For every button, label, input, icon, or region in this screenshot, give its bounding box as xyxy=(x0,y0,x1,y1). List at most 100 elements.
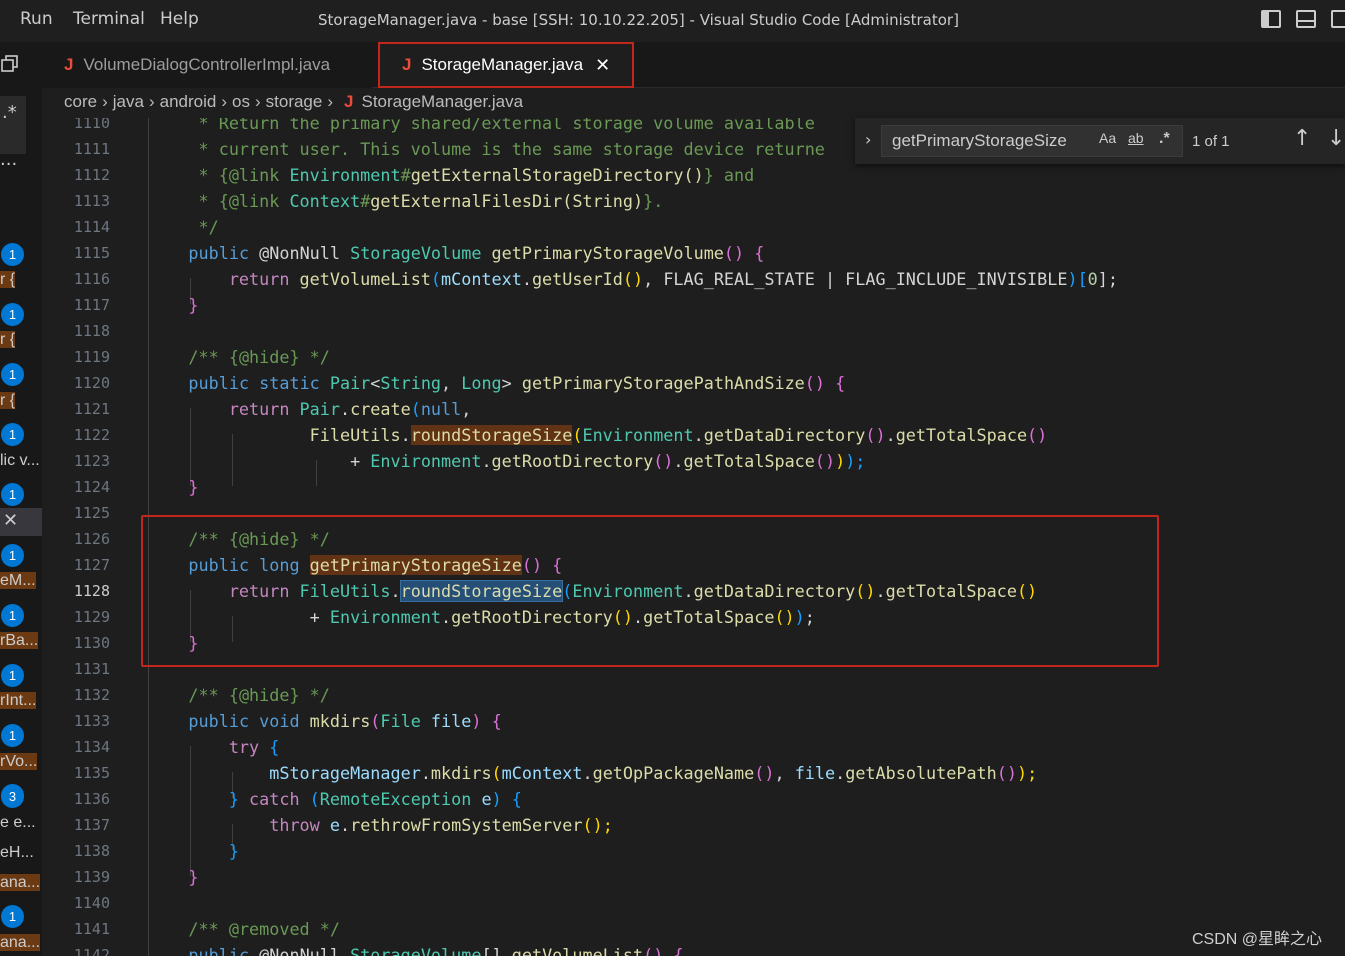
code-line: FileUtils.roundStorageSize(Environment.g… xyxy=(309,425,1048,445)
title-bar: Run Terminal Help StorageManager.java - … xyxy=(0,0,1345,42)
regex-toggle-icon[interactable]: .* xyxy=(0,96,26,154)
line-number: 1121 xyxy=(73,400,110,418)
line-number: 1114 xyxy=(73,218,110,236)
toggle-primary-sidebar-icon[interactable] xyxy=(1261,10,1281,28)
breadcrumb-item[interactable]: StorageManager.java xyxy=(361,92,523,111)
close-tab-icon[interactable]: ✕ xyxy=(595,55,610,76)
code-line: /** {@hide} */ xyxy=(188,347,330,367)
count-badge: 1 xyxy=(1,604,24,627)
close-row[interactable]: ✕ xyxy=(0,508,42,536)
line-number: 1120 xyxy=(73,374,110,392)
code-line: mStorageManager.mkdirs(mContext.getOpPac… xyxy=(269,763,1038,783)
copy-icon[interactable] xyxy=(1,55,19,73)
code-lines[interactable]: * Return the primary shared/external sto… xyxy=(148,118,1118,956)
line-number: 1117 xyxy=(73,296,110,314)
line-number: 1113 xyxy=(73,192,110,210)
code-line: } catch (RemoteException e) { xyxy=(228,789,522,809)
previous-match-icon[interactable]: ↑ xyxy=(1293,126,1311,151)
code-line: try { xyxy=(228,737,280,757)
line-number: 1130 xyxy=(73,634,110,652)
toggle-secondary-sidebar-icon[interactable] xyxy=(1331,10,1345,28)
code-line: public long getPrimaryStorageSize() { xyxy=(188,555,563,575)
code-line: } xyxy=(188,633,199,653)
line-number: 1118 xyxy=(73,322,110,340)
code-line: + Environment.getRootDirectory().getTota… xyxy=(309,607,815,627)
tab-bar: J VolumeDialogControllerImpl.java J Stor… xyxy=(42,42,1345,88)
line-number: 1119 xyxy=(73,348,110,366)
match-case-toggle[interactable]: Aa xyxy=(1099,130,1116,146)
code-line: public static Pair<String, Long> getPrim… xyxy=(188,373,846,393)
truncated-item[interactable]: ana... xyxy=(0,934,41,952)
code-line: /** {@hide} */ xyxy=(188,685,330,705)
truncated-item[interactable]: e e... xyxy=(0,814,36,832)
chevron-right-icon: › xyxy=(148,92,155,111)
match-whole-word-toggle[interactable]: ab xyxy=(1128,130,1144,146)
code-editor[interactable]: 1110 1111 1112 1113 1114 1115 1116 1117 1118 1119… xyxy=(42,118,1345,956)
count-badge: 3 xyxy=(1,785,24,808)
code-line: public @NonNull StorageVolume[] getVolum… xyxy=(188,945,684,956)
menu-run[interactable]: Run xyxy=(20,9,53,29)
code-line: return Pair.create(null, xyxy=(228,399,472,419)
line-number: 1116 xyxy=(73,270,110,288)
menu-terminal[interactable]: Terminal xyxy=(73,9,145,29)
toggle-panel-icon[interactable] xyxy=(1296,10,1316,28)
truncated-item[interactable]: eM... xyxy=(0,572,36,590)
line-number: 1142 xyxy=(73,946,110,956)
code-line: * {@link Environment#getExternalStorageD… xyxy=(148,165,755,185)
count-badge: 1 xyxy=(1,544,24,567)
line-number: 1133 xyxy=(73,712,110,730)
code-line: public @NonNull StorageVolume getPrimary… xyxy=(188,243,765,263)
breadcrumb-item[interactable]: java xyxy=(113,92,144,111)
breadcrumb-item[interactable]: core xyxy=(64,92,97,111)
line-number: 1111 xyxy=(73,140,110,158)
chevron-right-icon: › xyxy=(254,92,261,111)
code-line: return getVolumeList(mContext.getUserId(… xyxy=(228,269,1118,289)
breadcrumb-item[interactable]: android xyxy=(160,92,217,111)
code-line: * {@link Context#getExternalFilesDir(Str… xyxy=(148,191,664,211)
use-regex-toggle[interactable]: .* xyxy=(1159,130,1170,148)
line-number: 1129 xyxy=(73,608,110,626)
truncated-item[interactable]: r { xyxy=(0,392,16,410)
find-result-count: 1 of 1 xyxy=(1192,133,1230,150)
breadcrumb-item[interactable]: os xyxy=(232,92,250,111)
line-number: 1124 xyxy=(73,478,110,496)
next-match-icon[interactable]: ↓ xyxy=(1327,126,1345,151)
side-panel-strip: .* ··· ✕ 111111111131r {r {r {lic v...eM… xyxy=(0,42,42,956)
truncated-item[interactable]: rVo... xyxy=(0,753,38,771)
count-badge: 1 xyxy=(1,483,24,506)
truncated-item[interactable]: lic v... xyxy=(0,452,40,470)
code-line: /** {@hide} */ xyxy=(188,529,330,549)
java-file-icon: J xyxy=(402,55,412,74)
line-number: 1136 xyxy=(73,790,110,808)
close-icon[interactable]: ✕ xyxy=(3,510,18,531)
code-line: } xyxy=(188,867,199,887)
tab-volume-dialog-controller[interactable]: J VolumeDialogControllerImpl.java xyxy=(42,42,372,88)
menu-help[interactable]: Help xyxy=(160,9,199,29)
breadcrumb-item[interactable]: storage xyxy=(266,92,323,111)
line-number: 1140 xyxy=(73,894,110,912)
more-icon[interactable]: ··· xyxy=(0,154,17,175)
tab-label: StorageManager.java xyxy=(421,55,584,74)
line-number: 1127 xyxy=(73,556,110,574)
count-badge: 1 xyxy=(1,363,24,386)
line-number: 1141 xyxy=(73,920,110,938)
line-number: 1126 xyxy=(73,530,110,548)
watermark: CSDN @星眸之心 xyxy=(1192,931,1323,948)
java-file-icon: J xyxy=(344,92,354,111)
count-badge: 1 xyxy=(1,303,24,326)
code-line: + Environment.getRootDirectory().getTota… xyxy=(350,451,866,471)
tab-storage-manager[interactable]: J StorageManager.java ✕ xyxy=(378,42,634,88)
truncated-item[interactable]: eH... xyxy=(0,844,34,862)
breadcrumb: core › java › android › os › storage › J StorageMan… xyxy=(64,92,523,118)
truncated-item[interactable]: rBa... xyxy=(0,632,39,650)
line-number: 1132 xyxy=(73,686,110,704)
truncated-item[interactable]: rInt... xyxy=(0,692,37,710)
truncated-item[interactable]: ana... xyxy=(0,874,41,892)
truncated-item[interactable]: r { xyxy=(0,271,16,289)
tab-label: VolumeDialogControllerImpl.java xyxy=(83,55,331,74)
line-number: 1125 xyxy=(73,504,110,522)
toggle-replace-chevron-icon[interactable]: › xyxy=(865,130,871,149)
truncated-item[interactable]: r { xyxy=(0,331,16,349)
